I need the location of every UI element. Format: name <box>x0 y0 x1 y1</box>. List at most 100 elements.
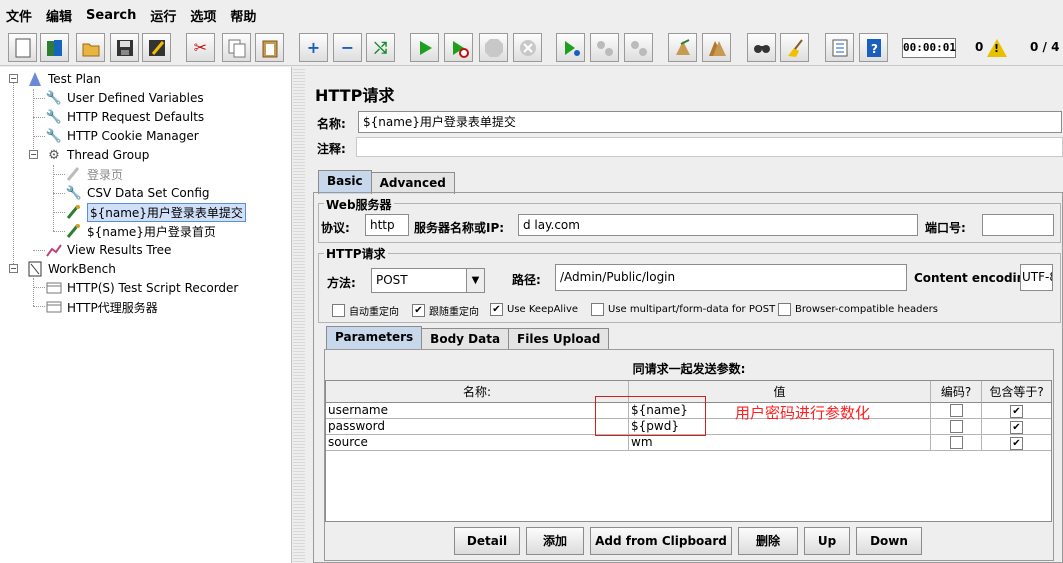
tree-node-http-request-defaults[interactable]: 🔧 HTTP Request Defaults <box>45 108 204 126</box>
encode-cell[interactable] <box>931 403 982 419</box>
stop-icon <box>484 38 504 58</box>
detail-button[interactable]: Detail <box>454 527 520 555</box>
follow-redirects-checkbox[interactable]: ✔ 跟随重定向 <box>412 303 479 318</box>
tree-node-workbench[interactable]: WorkBench <box>26 260 116 278</box>
checkbox-label: Browser-compatible headers <box>795 304 938 315</box>
auto-redirect-checkbox[interactable]: 自动重定向 <box>332 303 399 318</box>
use-keepalive-checkbox[interactable]: ✔ Use KeepAlive <box>490 303 578 316</box>
include-equals-cell[interactable]: ✔ <box>982 435 1051 451</box>
up-button[interactable]: Up <box>804 527 850 555</box>
encode-cell[interactable] <box>931 435 982 451</box>
tree-node-csv-data-set-config[interactable]: 🔧 CSV Data Set Config <box>65 184 210 202</box>
content-encoding-field[interactable]: UTF-8 <box>1020 264 1053 291</box>
paste-button[interactable] <box>255 33 284 62</box>
tree-node-login-home[interactable]: ${name}用户登录首页 <box>65 222 216 240</box>
pane-splitter[interactable] <box>293 67 305 563</box>
param-name-cell[interactable]: password <box>326 419 629 435</box>
start-button[interactable] <box>410 33 439 62</box>
server-field[interactable]: d lay.com <box>518 214 918 236</box>
tab-parameters[interactable]: Parameters <box>326 326 423 350</box>
chevron-down-icon[interactable]: ▼ <box>466 269 484 292</box>
collapse-all-button[interactable]: − <box>333 33 362 62</box>
port-field[interactable] <box>982 214 1054 236</box>
menu-file[interactable]: 文件 <box>6 6 32 25</box>
new-button[interactable] <box>8 33 37 62</box>
reset-search-icon <box>785 38 805 58</box>
tree-node-label: Test Plan <box>48 72 101 86</box>
down-button[interactable]: Down <box>856 527 922 555</box>
tree-node-http-proxy-server[interactable]: HTTP代理服务器 <box>45 298 158 316</box>
column-header-include-equals[interactable]: 包含等于? <box>982 381 1051 403</box>
test-plan-expander[interactable]: − <box>9 74 18 83</box>
name-field[interactable]: ${name}用户登录表单提交 <box>358 111 1062 133</box>
tab-basic[interactable]: Basic <box>318 170 372 194</box>
function-helper-button[interactable] <box>825 33 854 62</box>
search-button[interactable] <box>747 33 776 62</box>
copy-button[interactable] <box>222 33 251 62</box>
tree-node-view-results-tree[interactable]: View Results Tree <box>45 241 171 259</box>
cut-button[interactable]: ✂ <box>186 33 215 62</box>
remote-shutdown-button[interactable] <box>624 33 653 62</box>
checkbox-label: 跟随重定向 <box>429 307 479 318</box>
tree-node-test-plan[interactable]: Test Plan <box>26 70 101 88</box>
method-select[interactable]: POST ▼ <box>371 268 485 293</box>
menu-options[interactable]: 选项 <box>190 6 216 25</box>
workbench-expander[interactable]: − <box>9 264 18 273</box>
menu-run[interactable]: 运行 <box>150 6 176 25</box>
multipart-checkbox[interactable]: Use multipart/form-data for POST <box>591 303 775 316</box>
warning-icon[interactable]: ! <box>987 39 1007 57</box>
tree-node-label: WorkBench <box>48 262 116 276</box>
templates-button[interactable] <box>40 33 69 62</box>
warning-count: 0 <box>975 40 984 54</box>
param-name-cell[interactable]: username <box>326 403 629 419</box>
toggle-button[interactable]: ⤭ <box>366 33 395 62</box>
delete-button[interactable]: 删除 <box>738 527 798 555</box>
column-header-encode[interactable]: 编码? <box>931 381 982 403</box>
encode-cell[interactable] <box>931 419 982 435</box>
help-button[interactable]: ? <box>859 33 888 62</box>
save-as-button[interactable] <box>142 33 171 62</box>
include-equals-cell[interactable]: ✔ <box>982 403 1051 419</box>
stop-button[interactable] <box>479 33 508 62</box>
tab-body-data[interactable]: Body Data <box>421 328 510 350</box>
shutdown-button[interactable] <box>513 33 542 62</box>
tab-files-upload[interactable]: Files Upload <box>508 328 610 350</box>
comment-field[interactable] <box>356 137 1063 157</box>
name-label: 名称: <box>317 117 346 131</box>
reset-search-button[interactable] <box>780 33 809 62</box>
start-no-pause-button[interactable] <box>444 33 473 62</box>
sampler-icon <box>65 204 83 220</box>
tree-node-label: 登录页 <box>87 167 124 182</box>
menu-help[interactable]: 帮助 <box>230 6 256 25</box>
tree-node-label: Thread Group <box>67 148 150 162</box>
chart-icon <box>45 242 63 258</box>
protocol-field[interactable]: http <box>365 214 409 236</box>
menu-search[interactable]: Search <box>86 8 136 23</box>
remote-stop-button[interactable] <box>590 33 619 62</box>
save-as-icon <box>147 38 167 58</box>
tree-node-thread-group[interactable]: ⚙ Thread Group <box>45 146 149 164</box>
include-equals-cell[interactable]: ✔ <box>982 419 1051 435</box>
tab-advanced[interactable]: Advanced <box>370 172 455 194</box>
menu-edit[interactable]: 编辑 <box>46 6 72 25</box>
column-header-name[interactable]: 名称: <box>326 381 629 403</box>
browser-compatible-checkbox[interactable]: Browser-compatible headers <box>778 303 938 316</box>
add-button[interactable]: 添加 <box>526 527 584 555</box>
clear-button[interactable] <box>668 33 697 62</box>
tree-node-test-script-recorder[interactable]: HTTP(S) Test Script Recorder <box>45 279 238 297</box>
tree-node-login-page[interactable]: 登录页 <box>65 165 123 183</box>
tree-node-login-form-submit[interactable]: ${name}用户登录表单提交 <box>65 202 246 222</box>
remote-start-button[interactable] <box>556 33 585 62</box>
tree-node-http-cookie-manager[interactable]: 🔧 HTTP Cookie Manager <box>45 127 199 145</box>
add-from-clipboard-button[interactable]: Add from Clipboard <box>590 527 732 555</box>
save-button[interactable] <box>110 33 139 62</box>
path-field[interactable]: /Admin/Public/login <box>555 264 907 291</box>
param-value-cell[interactable]: wm <box>629 435 931 451</box>
tree-node-user-defined-variables[interactable]: 🔧 User Defined Variables <box>45 89 204 107</box>
table-row[interactable]: source wm ✔ <box>326 435 1051 451</box>
expand-all-button[interactable]: + <box>299 33 328 62</box>
param-name-cell[interactable]: source <box>326 435 629 451</box>
thread-group-expander[interactable]: − <box>29 150 38 159</box>
open-button[interactable] <box>76 33 105 62</box>
clear-all-button[interactable] <box>702 33 731 62</box>
